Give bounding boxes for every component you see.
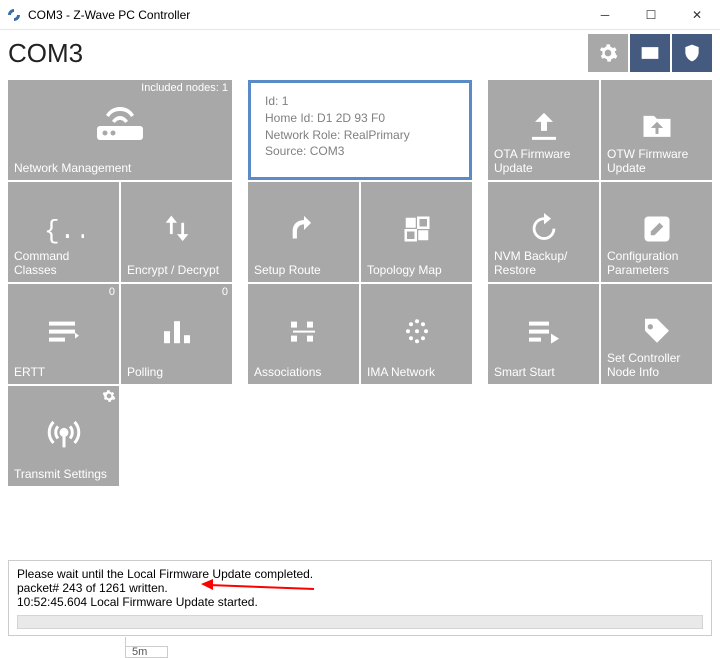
tag-icon bbox=[641, 315, 673, 347]
transmit-settings-tile[interactable]: Transmit Settings bbox=[8, 386, 119, 486]
tile-label: Configuration Parameters bbox=[607, 250, 706, 278]
folder-upload-icon bbox=[638, 108, 676, 144]
status-panel: Please wait until the Local Firmware Upd… bbox=[8, 560, 712, 636]
gear-icon bbox=[598, 43, 618, 63]
security-button[interactable] bbox=[672, 34, 712, 72]
window-title: COM3 - Z-Wave PC Controller bbox=[28, 8, 582, 22]
page-header: COM3 bbox=[0, 30, 720, 80]
list-play-icon bbox=[529, 320, 559, 344]
app-icon bbox=[6, 7, 22, 23]
topology-map-tile[interactable]: Topology Map bbox=[361, 182, 472, 282]
shield-icon bbox=[682, 43, 702, 63]
mail-button[interactable] bbox=[630, 34, 670, 72]
page-title: COM3 bbox=[8, 38, 586, 69]
edit-icon bbox=[642, 214, 672, 244]
command-classes-tile[interactable]: {..} Command Classes bbox=[8, 182, 119, 282]
svg-text:{..}: {..} bbox=[44, 216, 84, 244]
swap-vert-icon bbox=[160, 210, 194, 246]
title-bar: COM3 - Z-Wave PC Controller ─ ☐ ✕ bbox=[0, 0, 720, 30]
associations-tile[interactable]: Associations bbox=[248, 284, 359, 384]
nodes-icon bbox=[289, 320, 319, 344]
tile-label: Polling bbox=[127, 366, 226, 380]
ertt-count: 0 bbox=[109, 286, 115, 298]
tile-label: Associations bbox=[254, 366, 353, 380]
close-button[interactable]: ✕ bbox=[674, 0, 720, 30]
tile-label: Topology Map bbox=[367, 264, 466, 278]
ertt-tile[interactable]: 0 ERTT bbox=[8, 284, 119, 384]
controller-info-tile[interactable]: Id: 1 Home Id: D1 2D 93 F0 Network Role:… bbox=[248, 80, 472, 180]
encrypt-decrypt-tile[interactable]: Encrypt / Decrypt bbox=[121, 182, 232, 282]
tile-gear-icon bbox=[101, 388, 117, 404]
grid-icon bbox=[402, 214, 432, 244]
mail-icon bbox=[640, 43, 660, 63]
maximize-button[interactable]: ☐ bbox=[628, 0, 674, 30]
tile-label: OTA Firmware Update bbox=[494, 148, 593, 176]
nvm-backup-restore-tile[interactable]: NVM Backup/ Restore bbox=[488, 182, 599, 282]
minimize-button[interactable]: ─ bbox=[582, 0, 628, 30]
braces-icon: {..} bbox=[44, 214, 84, 244]
restore-icon bbox=[527, 212, 561, 246]
status-line-3: 10:52:45.604 Local Firmware Update start… bbox=[17, 595, 703, 609]
upload-icon bbox=[526, 108, 562, 144]
tile-label: ERTT bbox=[14, 366, 113, 380]
ima-network-tile[interactable]: IMA Network bbox=[361, 284, 472, 384]
progress-bar bbox=[17, 615, 703, 629]
tile-label: Command Classes bbox=[14, 250, 113, 278]
tile-label: Network Management bbox=[14, 162, 226, 176]
otw-firmware-update-tile[interactable]: OTW Firmware Update bbox=[601, 80, 712, 180]
tile-label: Setup Route bbox=[254, 264, 353, 278]
tile-label: OTW Firmware Update bbox=[607, 148, 706, 176]
tile-label: Transmit Settings bbox=[14, 468, 113, 482]
dots-icon bbox=[403, 317, 431, 345]
smart-start-tile[interactable]: Smart Start bbox=[488, 284, 599, 384]
ota-firmware-update-tile[interactable]: OTA Firmware Update bbox=[488, 80, 599, 180]
settings-button[interactable] bbox=[588, 34, 628, 72]
tile-label: IMA Network bbox=[367, 366, 466, 380]
route-icon bbox=[287, 212, 321, 246]
setup-route-tile[interactable]: Setup Route bbox=[248, 182, 359, 282]
tile-label: Smart Start bbox=[494, 366, 593, 380]
footer-zoom: 5m bbox=[125, 646, 168, 658]
antenna-icon bbox=[46, 414, 82, 450]
tile-label: NVM Backup/ Restore bbox=[494, 250, 593, 278]
router-icon bbox=[93, 104, 147, 144]
status-line-1: Please wait until the Local Firmware Upd… bbox=[17, 567, 703, 581]
network-management-tile[interactable]: Included nodes: 1 Network Management bbox=[8, 80, 232, 180]
configuration-parameters-tile[interactable]: Configuration Parameters bbox=[601, 182, 712, 282]
tile-label: Set Controller Node Info bbox=[607, 352, 706, 380]
polling-count: 0 bbox=[222, 286, 228, 298]
tile-label: Encrypt / Decrypt bbox=[127, 264, 226, 278]
set-controller-node-info-tile[interactable]: Set Controller Node Info bbox=[601, 284, 712, 384]
status-line-2: packet# 243 of 1261 written. bbox=[17, 581, 703, 595]
polling-tile[interactable]: 0 Polling bbox=[121, 284, 232, 384]
lines-icon bbox=[49, 320, 79, 344]
annotation-arrow bbox=[199, 579, 319, 599]
network-mgmt-nodes-count: Included nodes: 1 bbox=[141, 82, 228, 94]
bar-chart-icon bbox=[162, 317, 192, 345]
